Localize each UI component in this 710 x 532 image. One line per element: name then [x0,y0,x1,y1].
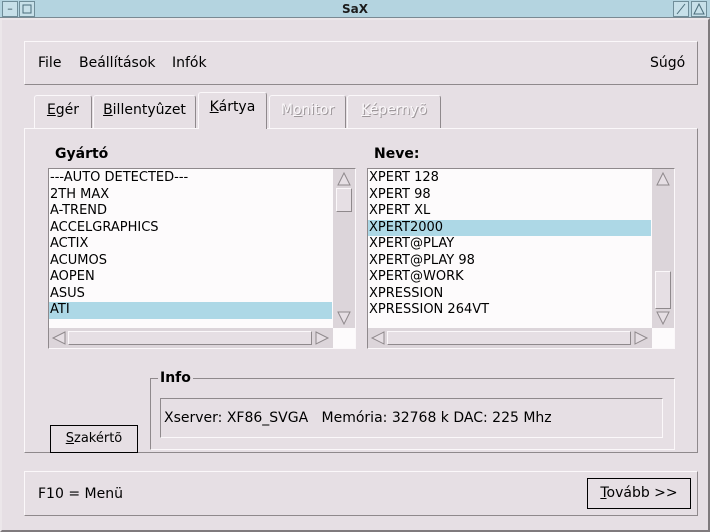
name-list-item[interactable]: XPERT2000 [368,219,651,236]
name-list-item[interactable]: XPERT@PLAY [368,236,651,253]
manufacturer-list-items: ---AUTO DETECTED--- 2TH MAX A-TREND ACCELGR… [49,169,333,328]
expert-button[interactable]: Szakértõ [50,425,138,453]
tab-card-label: ártya [218,99,256,115]
manufacturer-list-item[interactable]: ATI [49,302,332,319]
menu-info[interactable]: Infók [172,55,207,71]
tab-monitor-prefix: M [280,102,293,118]
name-list-item[interactable]: XPRESSION [368,286,651,303]
window-maximize-icon[interactable] [691,1,707,17]
name-list-item[interactable]: XPERT XL [368,203,651,220]
model-list-items: XPERT 128 XPERT 98 XPERT XL XPERT2000 XPERT@… [368,169,652,328]
scroll-down-arrow-icon[interactable] [655,310,671,326]
tab-card[interactable]: Kártya [198,92,267,129]
name-list-item[interactable]: XPERT@WORK [368,269,651,286]
manufacturer-list-item[interactable]: ACTIX [49,236,332,253]
window-title: SaX [342,2,368,16]
menu-file[interactable]: File [38,55,61,71]
scroll-right-arrow-icon[interactable] [633,330,649,346]
shade-glyph-icon [676,3,686,15]
name-list-item[interactable]: XPRESSION 264VT [368,302,651,319]
tab-monitor[interactable]: Monitor [269,95,346,128]
menu-bar: File Beállítások Infók Súgó [24,41,698,85]
info-legend: Info [158,370,193,386]
model-hscrollbar[interactable] [368,328,652,348]
info-text: Xserver: XF86_SVGA Memória: 32768 k DAC:… [160,398,663,438]
manufacturer-list-item[interactable]: ASUS [49,286,332,303]
manufacturer-list-item[interactable]: A-TREND [49,203,332,220]
next-button[interactable]: Tovább >> [587,478,691,509]
tab-keyboard[interactable]: Billentyûzet [93,95,196,128]
name-list-item[interactable]: XPERT 98 [368,187,651,204]
model-hscroll-thumb[interactable] [387,331,631,345]
tab-mouse-mnemonic: E [46,102,56,118]
manufacturer-list-item[interactable]: ACCELGRAPHICS [49,220,332,237]
manufacturer-list-item[interactable]: ACUMOS [49,253,332,270]
scroll-up-arrow-icon[interactable] [655,171,671,187]
manufacturer-list-item[interactable]: ---AUTO DETECTED--- [49,170,332,187]
tab-monitor-mnemonic: o [292,102,302,118]
tab-screen-mnemonic: K [361,102,370,118]
scroll-left-arrow-icon[interactable] [51,330,67,346]
model-scroll-thumb[interactable] [655,271,671,309]
tab-keyboard-label: illentyûzet [112,102,186,118]
tab-monitor-label: nitor [301,102,335,118]
manufacturer-vscrollbar[interactable] [333,169,355,328]
menu-settings[interactable]: Beállítások [79,55,156,71]
name-list-item[interactable]: XPERT 128 [368,170,651,187]
manufacturer-hscrollbar[interactable] [49,328,333,348]
tab-mouse[interactable]: Egér [34,95,92,128]
scroll-left-arrow-icon[interactable] [370,330,386,346]
tab-card-mnemonic: K [209,99,219,115]
manufacturer-label: Gyártó [55,146,109,162]
status-hint: F10 = Menü [38,486,123,502]
model-label: Neve: [374,146,420,162]
model-list[interactable]: XPERT 128 XPERT 98 XPERT XL XPERT2000 XPERT@… [367,168,675,349]
manufacturer-list-item[interactable]: AOPEN [49,269,332,286]
menu-help[interactable]: Súgó [650,55,685,71]
manufacturer-list[interactable]: ---AUTO DETECTED--- 2TH MAX A-TREND ACCELGR… [48,168,356,349]
tab-mouse-label: gér [55,102,80,118]
tab-screen[interactable]: Képernyõ [347,95,441,128]
expert-button-label: zakértõ [74,431,123,446]
triangle-up-icon [693,2,705,15]
manufacturer-scroll-thumb[interactable] [336,188,352,212]
manufacturer-hscroll-thumb[interactable] [68,331,312,345]
expert-button-mnemonic: S [65,431,74,446]
scroll-right-arrow-icon[interactable] [314,330,330,346]
tab-screen-label: épernyõ [369,102,427,118]
scroll-down-arrow-icon[interactable] [336,310,352,326]
name-list-item[interactable]: XPERT@PLAY 98 [368,253,651,270]
scroll-up-arrow-icon[interactable] [336,171,352,187]
tab-keyboard-mnemonic: B [103,102,113,118]
window-shade-icon[interactable] [673,1,689,17]
next-button-label: ovább >> [606,485,678,501]
model-vscrollbar[interactable] [652,169,674,328]
manufacturer-list-item[interactable]: 2TH MAX [49,187,332,204]
